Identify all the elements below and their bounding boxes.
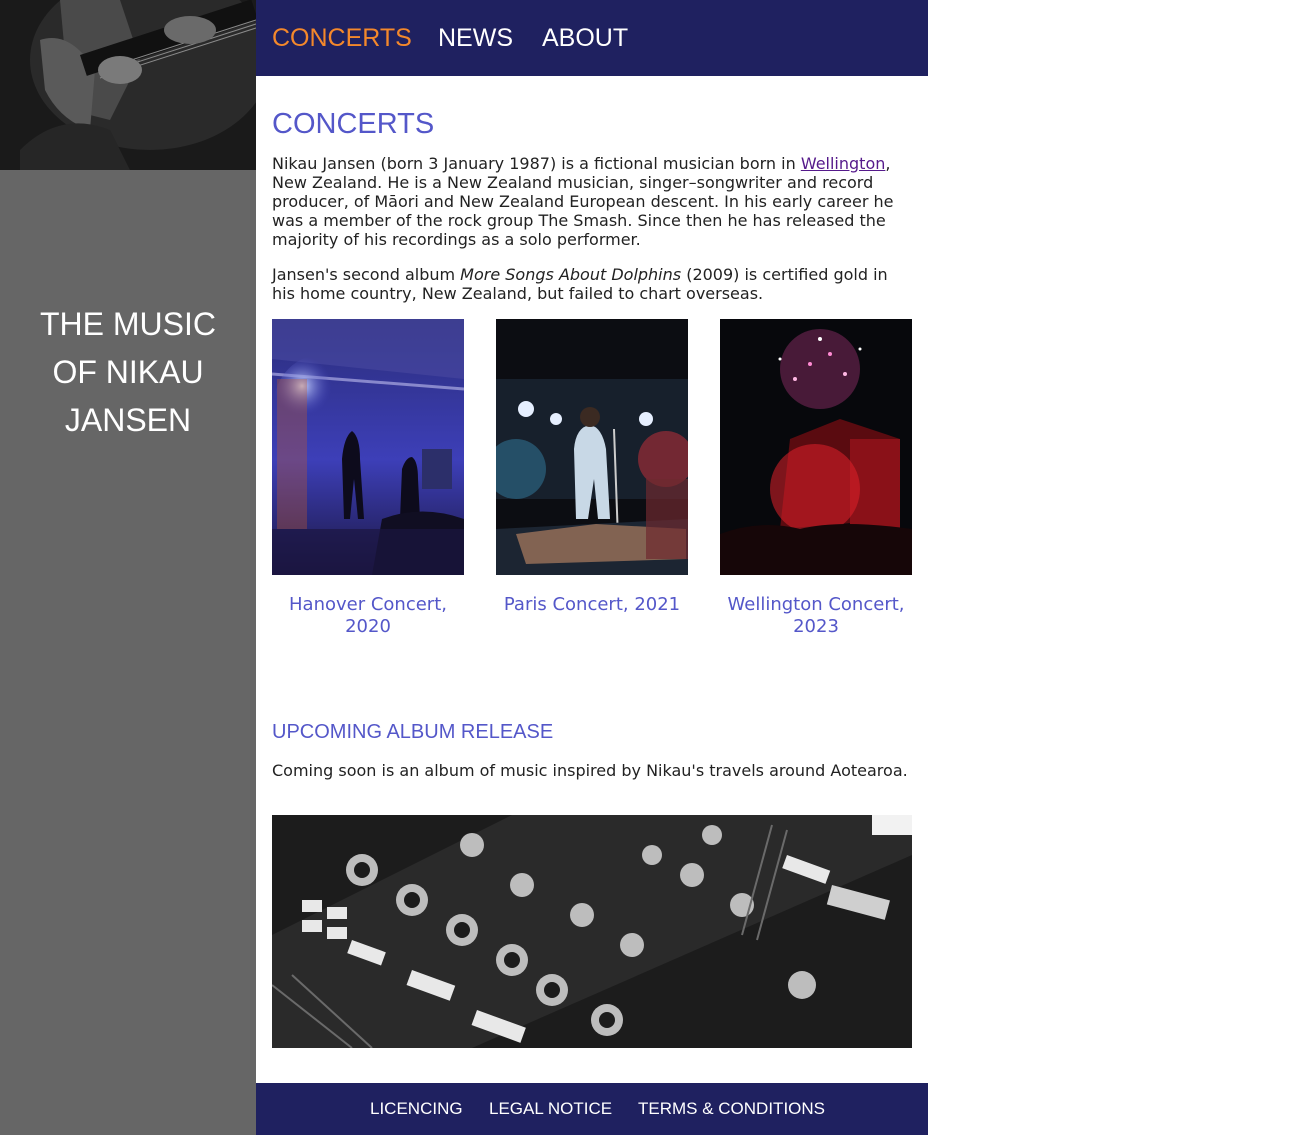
hanover-concert-image [272,319,464,575]
site-title-line: THE MUSIC [40,306,216,342]
paris-concert-image [496,319,688,575]
gallery-caption: Hanover Concert, 2020 [289,594,447,637]
gallery-caption: Wellington Concert, 2023 [727,594,905,637]
wellington-link[interactable]: Wellington [801,154,886,173]
upcoming-paragraph: Coming soon is an album of music inspire… [272,761,908,780]
page-heading: CONCERTS [272,108,435,140]
album-text-start: Jansen's second album [272,265,461,284]
site-title: THE MUSIC OF NIKAU JANSEN [0,300,256,444]
site-title-line: JANSEN [64,402,192,438]
album-title: More Songs About Dolphins [460,265,682,284]
gallery-caption: Paris Concert, 2021 [503,594,681,615]
site-footer: LICENCING LEGAL NOTICE TERMS & CONDITION… [256,1083,928,1135]
top-navigation: CONCERTS NEWS ABOUT [256,0,928,76]
sidebar: THE MUSIC OF NIKAU JANSEN [0,0,256,1135]
site-title-line: OF NIKAU [52,354,204,390]
footer-legal-notice-link[interactable]: LEGAL NOTICE [489,1099,612,1119]
intro-text-start: Nikau Jansen (born 3 January 1987) is a … [272,154,801,173]
album-paragraph: Jansen's second album More Songs About D… [272,265,912,303]
wellington-concert-image [720,319,912,575]
footer-terms-link[interactable]: TERMS & CONDITIONS [638,1099,825,1119]
intro-paragraph: Nikau Jansen (born 3 January 1987) is a … [272,154,912,249]
upcoming-heading: UPCOMING ALBUM RELEASE [272,721,554,743]
footer-licencing-link[interactable]: LICENCING [370,1099,463,1119]
dj-mixer-image [272,815,912,1048]
nav-concerts-link[interactable]: CONCERTS [272,22,412,54]
nav-about-link[interactable]: ABOUT [542,22,628,54]
main-content: CONCERTS NEWS ABOUT CONCERTS Nikau Janse… [256,0,928,1135]
guitarist-hero-image [0,0,256,170]
nav-news-link[interactable]: NEWS [438,22,513,54]
